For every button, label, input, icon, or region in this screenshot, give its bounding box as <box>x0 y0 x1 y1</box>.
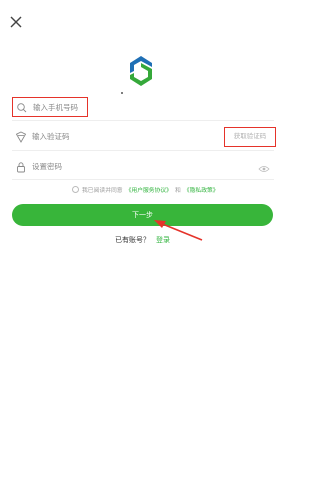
eye-icon[interactable] <box>258 165 270 173</box>
phone-input[interactable]: 输入手机号码 <box>12 97 88 117</box>
stray-dot <box>121 92 123 94</box>
get-code-button[interactable]: 获取验证码 <box>224 127 276 147</box>
next-button[interactable]: 下一步 <box>12 204 273 226</box>
lock-icon <box>17 162 25 173</box>
agreement-checkbox[interactable] <box>72 185 79 193</box>
login-prompt: 已有账号？ 登录 <box>115 235 170 245</box>
phone-placeholder: 输入手机号码 <box>33 103 78 112</box>
code-divider <box>12 150 274 151</box>
code-placeholder: 输入验证码 <box>32 132 70 141</box>
agreement-prefix: 我已阅读并同意 <box>82 187 123 194</box>
close-icon[interactable] <box>8 14 24 30</box>
app-logo <box>130 56 152 86</box>
shield-icon <box>15 131 27 143</box>
user-agreement-link[interactable]: 《用户服务协议》 <box>126 185 172 194</box>
phone-divider <box>12 120 274 121</box>
password-input[interactable]: 设置密码 <box>12 156 274 180</box>
agreement-row: 我已阅读并同意 《用户服务协议》 和 《隐私政策》 <box>72 184 219 194</box>
has-account-text: 已有账号？ <box>115 236 150 244</box>
phone-icon <box>17 103 27 113</box>
privacy-policy-link[interactable]: 《隐私政策》 <box>184 185 219 194</box>
password-divider <box>12 179 274 180</box>
agreement-and: 和 <box>174 187 181 194</box>
login-link[interactable]: 登录 <box>156 236 170 244</box>
password-placeholder: 设置密码 <box>32 162 62 171</box>
